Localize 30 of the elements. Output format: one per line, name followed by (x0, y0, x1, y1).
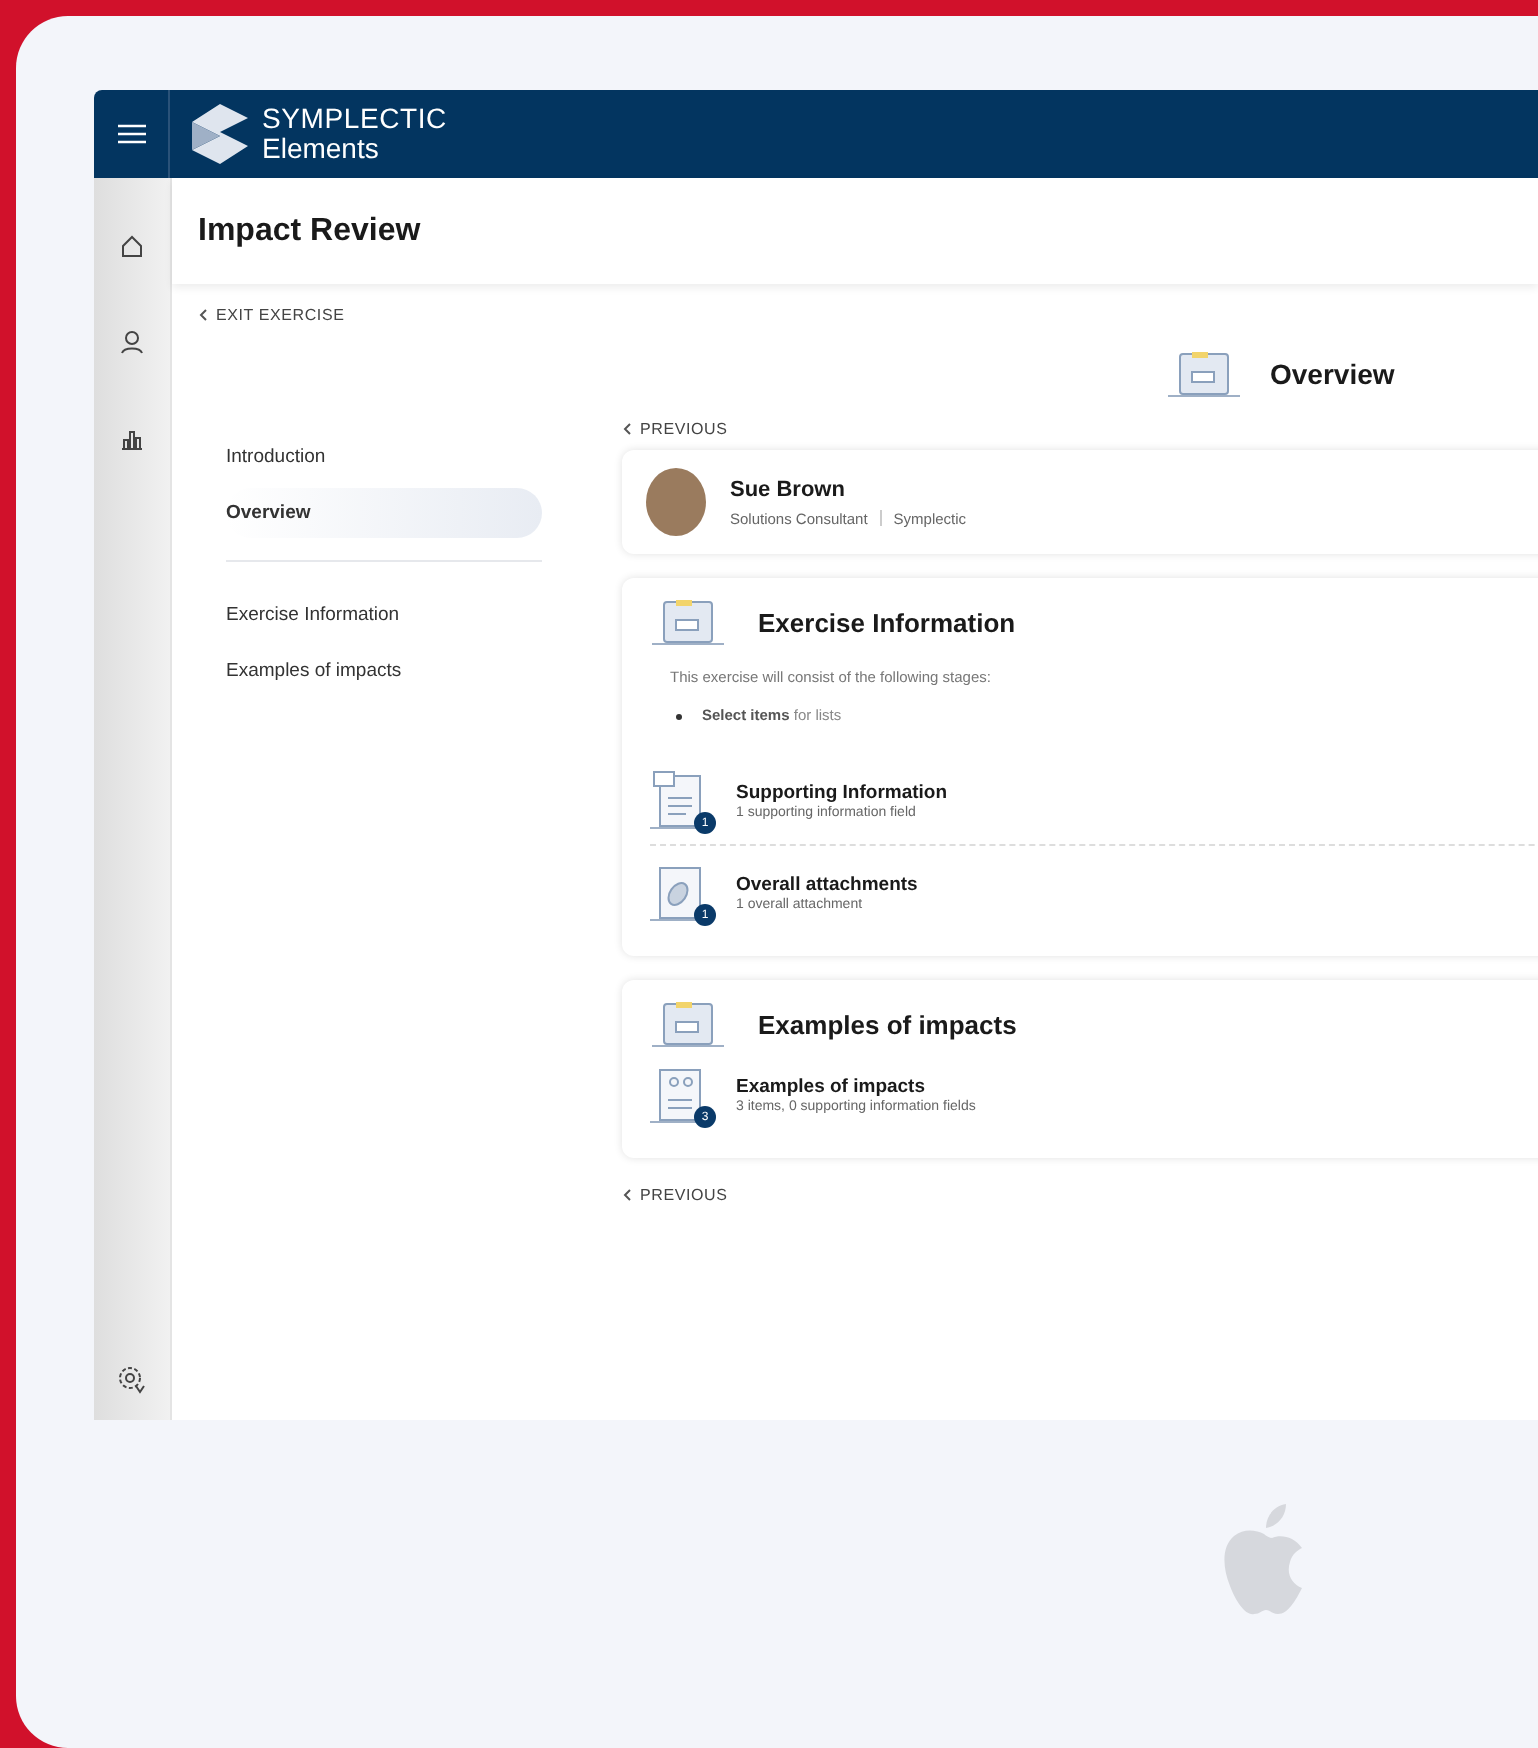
row-title: Supporting Information (736, 781, 948, 803)
person-name: Sue Brown (730, 477, 847, 501)
row-title: Examples of impacts (736, 1075, 928, 1097)
nav-item[interactable]: Examples of impacts (226, 646, 542, 696)
exit-exercise-link[interactable]: EXIT EXERCISE (198, 306, 345, 324)
bar-chart-icon (120, 426, 144, 450)
person-icon (120, 330, 144, 354)
chevron-left-icon (198, 308, 208, 322)
bullet-icon (676, 713, 682, 719)
previous-link[interactable]: PREVIOUS (622, 1186, 728, 1204)
chevron-left-icon (622, 422, 632, 436)
file-box-icon (650, 598, 726, 646)
page-title: Impact Review (198, 213, 421, 249)
settings-icon (118, 1366, 146, 1394)
card-title: Examples of impacts (758, 1009, 1017, 1039)
nav-item[interactable]: Overview (226, 488, 542, 538)
file-box-icon (650, 1000, 726, 1048)
home-icon (120, 234, 144, 258)
file-box-icon (1166, 350, 1242, 398)
section-title: Overview (1270, 358, 1395, 390)
chevron-left-icon (622, 1188, 632, 1202)
menu-icon (117, 124, 145, 144)
logo-text: SYMPLECTIC Elements (262, 104, 447, 164)
previous-link[interactable]: PREVIOUS (622, 420, 728, 438)
row-title: Overall attachments (736, 873, 918, 895)
nav-item[interactable]: Exercise Information (226, 590, 542, 640)
card-title: Exercise Information (758, 607, 1016, 637)
avatar-placeholder (646, 468, 706, 536)
nav-item[interactable]: Introduction (226, 432, 542, 482)
logo-icon (190, 102, 250, 166)
